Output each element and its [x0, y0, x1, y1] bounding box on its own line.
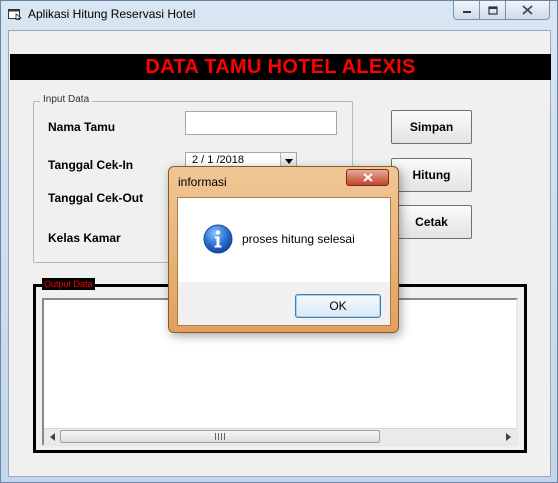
chevron-right-icon: [505, 433, 511, 441]
tanggal-cek-in-label: Tanggal Cek-In: [48, 158, 134, 172]
page-title: DATA TAMU HOTEL ALEXIS: [145, 55, 416, 78]
maximize-icon: [487, 5, 498, 15]
nama-tamu-input[interactable]: [185, 111, 337, 135]
dialog-close-button[interactable]: [346, 169, 389, 186]
scroll-left-button[interactable]: [44, 429, 60, 445]
output-data-legend: Output Data: [42, 278, 95, 290]
minimize-icon: [462, 11, 471, 13]
grip-icon: [215, 433, 225, 440]
info-dialog: informasi proses hitung selesai OK: [168, 166, 399, 333]
header-banner: DATA TAMU HOTEL ALEXIS: [10, 54, 551, 80]
minimize-button[interactable]: [453, 1, 480, 20]
tanggal-cek-out-label: Tanggal Cek-Out: [48, 191, 144, 205]
ok-button[interactable]: OK: [295, 294, 381, 318]
scrollbar-thumb[interactable]: [60, 430, 380, 443]
kelas-kamar-label: Kelas Kamar: [48, 231, 121, 245]
chevron-left-icon: [49, 433, 55, 441]
app-icon: [8, 9, 22, 20]
nama-tamu-label: Nama Tamu: [48, 120, 116, 134]
chevron-down-icon: [284, 158, 293, 164]
input-data-legend: Input Data: [40, 94, 93, 105]
dialog-title: informasi: [178, 175, 227, 189]
dialog-body: proses hitung selesai OK: [177, 197, 391, 326]
title-bar[interactable]: Aplikasi Hitung Reservasi Hotel: [1, 1, 557, 27]
close-icon: [522, 5, 533, 15]
maximize-button[interactable]: [479, 1, 506, 20]
dialog-message: proses hitung selesai: [242, 232, 355, 246]
tanggal-cek-in-value: 2 / 1 /2018: [192, 154, 244, 166]
information-icon: [203, 224, 233, 254]
close-icon: [362, 173, 373, 182]
hitung-button[interactable]: Hitung: [391, 158, 472, 192]
dialog-message-area: proses hitung selesai: [178, 198, 390, 282]
horizontal-scrollbar[interactable]: [44, 428, 516, 444]
simpan-button[interactable]: Simpan: [391, 110, 472, 144]
cetak-button[interactable]: Cetak: [391, 205, 472, 239]
window-title: Aplikasi Hitung Reservasi Hotel: [28, 7, 196, 21]
close-button[interactable]: [505, 1, 550, 20]
scroll-right-button[interactable]: [500, 429, 516, 445]
